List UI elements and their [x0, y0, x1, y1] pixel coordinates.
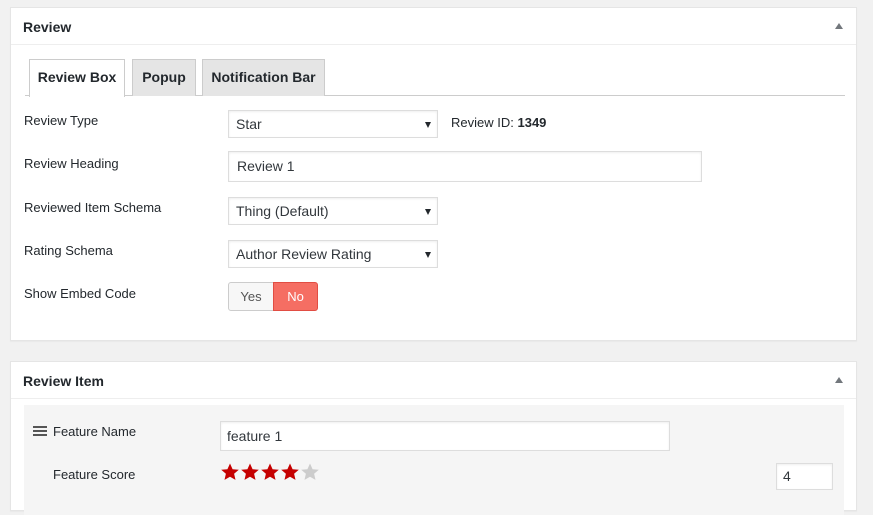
- star-empty-icon[interactable]: [300, 462, 320, 482]
- item-schema-label: Reviewed Item Schema: [24, 200, 162, 215]
- collapse-triangle-icon[interactable]: [835, 23, 843, 29]
- tab-popup[interactable]: Popup: [132, 59, 196, 96]
- review-item-panel-header[interactable]: Review Item: [11, 362, 856, 399]
- feature-score-label: Feature Score: [53, 467, 136, 482]
- feature-name-value: feature 1: [227, 428, 283, 444]
- star-filled-icon[interactable]: [220, 462, 240, 482]
- embed-code-no-button[interactable]: No: [273, 282, 318, 311]
- feature-score-value: 4: [783, 468, 791, 484]
- review-tabs: Review Box Popup Notification Bar: [25, 59, 845, 97]
- star-filled-icon[interactable]: [260, 462, 280, 482]
- item-schema-value: Thing (Default): [236, 203, 329, 219]
- review-item-panel: Review Item Feature Name feature 1 Featu…: [10, 361, 857, 515]
- embed-code-label: Show Embed Code: [24, 286, 137, 301]
- collapse-triangle-icon[interactable]: [835, 377, 843, 383]
- drag-handle-icon[interactable]: [33, 426, 47, 436]
- review-item-row: Feature Name feature 1 Feature Score 4: [24, 405, 844, 515]
- tab-notification-bar[interactable]: Notification Bar: [202, 59, 325, 96]
- review-type-label: Review Type: [24, 113, 99, 128]
- item-schema-select[interactable]: Thing (Default): [228, 197, 438, 225]
- review-id-label: Review ID:: [451, 115, 514, 130]
- rating-schema-select[interactable]: Author Review Rating: [228, 240, 438, 268]
- tab-review-box[interactable]: Review Box: [29, 59, 125, 97]
- review-panel-header[interactable]: Review: [11, 8, 856, 45]
- star-filled-icon[interactable]: [280, 462, 300, 482]
- review-item-panel-title: Review Item: [23, 373, 104, 389]
- review-heading-value: Review 1: [237, 158, 295, 174]
- review-panel-title: Review: [23, 19, 72, 35]
- review-id-value: 1349: [517, 115, 547, 130]
- embed-code-yes-button[interactable]: Yes: [228, 282, 274, 311]
- rating-schema-value: Author Review Rating: [236, 246, 372, 262]
- feature-name-label: Feature Name: [53, 424, 137, 439]
- dropdown-arrow-icon: [425, 209, 431, 215]
- review-id: Review ID: 1349: [451, 115, 546, 130]
- review-type-value: Star: [236, 116, 262, 132]
- embed-code-toggle: Yes No: [228, 282, 318, 311]
- rating-schema-label: Rating Schema: [24, 243, 113, 258]
- review-heading-input[interactable]: Review 1: [228, 151, 702, 182]
- star-filled-icon[interactable]: [240, 462, 260, 482]
- review-heading-label: Review Heading: [24, 156, 119, 171]
- feature-name-input[interactable]: feature 1: [220, 421, 670, 451]
- review-type-select[interactable]: Star: [228, 110, 438, 138]
- dropdown-arrow-icon: [425, 122, 431, 128]
- feature-score-input[interactable]: 4: [776, 463, 833, 490]
- dropdown-arrow-icon: [425, 252, 431, 258]
- star-rating[interactable]: [220, 462, 320, 482]
- review-panel: Review Review Box Popup Notification Bar…: [10, 7, 857, 341]
